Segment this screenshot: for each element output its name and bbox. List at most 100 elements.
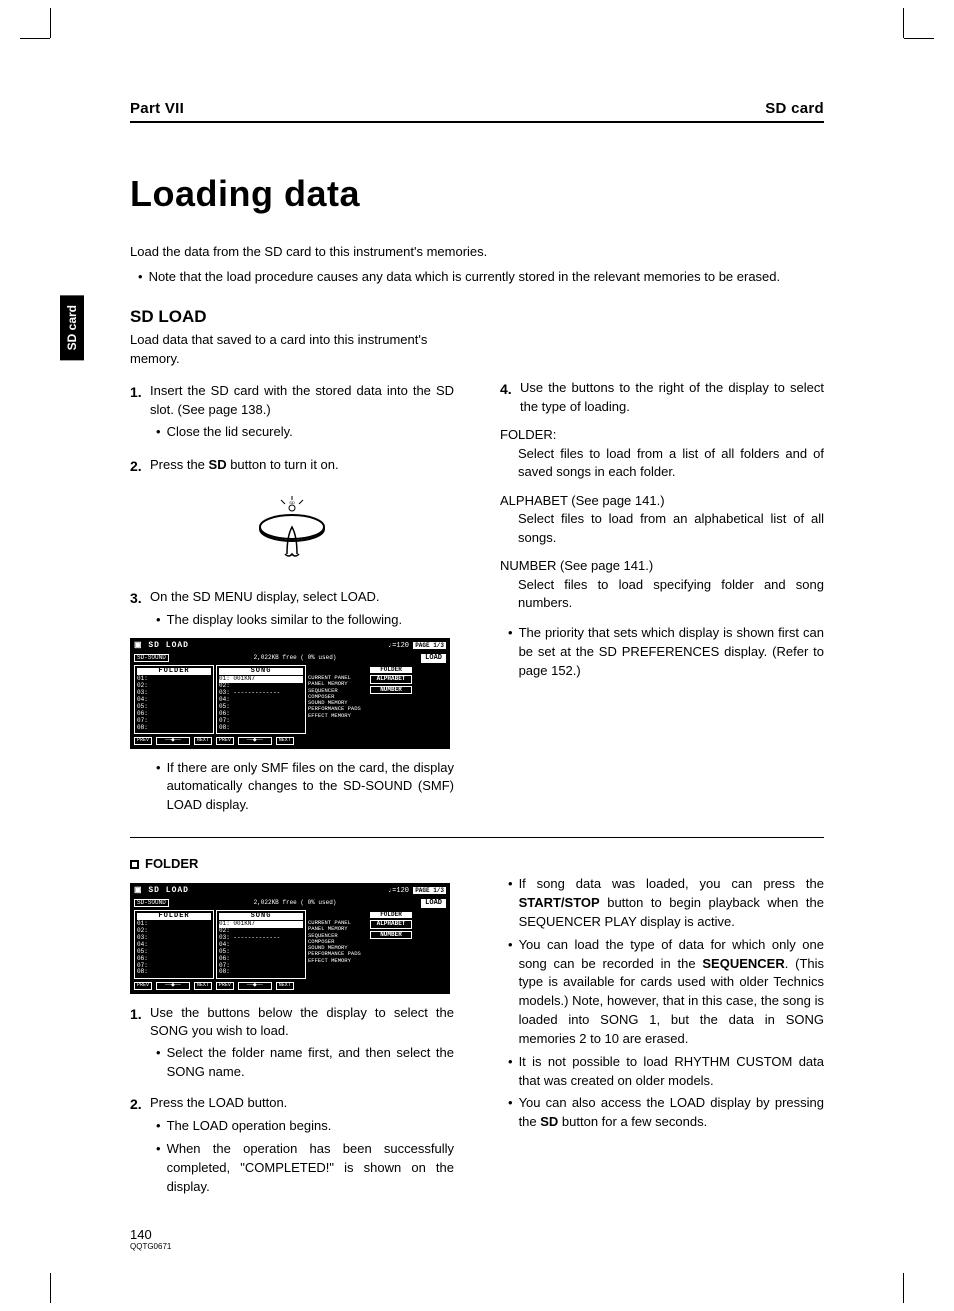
step-number: 1. [130, 382, 146, 420]
folder-step-1-bullet-text: Select the folder name first, and then s… [167, 1044, 454, 1082]
folder-term: FOLDER: [500, 426, 824, 445]
lcd-title: ▣ SD LOAD [134, 642, 189, 650]
folder-r1-text: If song data was loaded, you can press t… [519, 875, 824, 932]
priority-note: • The priority that sets which display i… [500, 624, 824, 681]
lcd-next-button: NEXT [276, 982, 294, 989]
lcd-folder-header: FOLDER [137, 668, 211, 675]
lcd-number-button: NUMBER [370, 686, 412, 694]
folder-step-2-bullet-2: • When the operation has been successful… [148, 1140, 454, 1197]
lcd-alphabet-button: ALPHABET [370, 675, 412, 683]
sd-load-heading: SD LOAD [130, 307, 824, 327]
lcd-sd-sound: SD-SOUND [134, 654, 169, 662]
lcd-tempo: ♩=120 [388, 887, 409, 895]
lcd-number-button: NUMBER [370, 931, 412, 939]
lcd-folder-button: FOLDER [370, 667, 412, 673]
lcd-song-header: SONG [219, 668, 303, 675]
sd-load-desc: Load data that saved to a card into this… [130, 331, 450, 369]
alphabet-def: Select files to load from an alphabetica… [518, 510, 824, 546]
lcd-data-types: CURRENT PANELPANEL MEMORYSEQUENCERCOMPOS… [308, 910, 368, 979]
smf-note: • If there are only SMF files on the car… [148, 759, 454, 816]
step-number: 2. [130, 1094, 146, 1114]
sd-button-figure: SD [130, 494, 454, 570]
priority-note-text: The priority that sets which display is … [519, 624, 824, 681]
lcd-song-header: SONG [219, 913, 303, 920]
step-3: 3. On the SD MENU display, select LOAD. [130, 588, 454, 608]
step-2-text: Press the SD button to turn it on. [150, 456, 454, 476]
bullet-icon: • [508, 624, 513, 681]
lcd-slider: ──◆── [238, 982, 272, 989]
page-number: 140 [130, 1227, 824, 1242]
bullet-icon: • [508, 1053, 513, 1091]
bullet-icon: • [508, 1094, 513, 1132]
lcd-data-types: CURRENT PANELPANEL MEMORYSEQUENCERCOMPOS… [308, 665, 368, 734]
lcd-prev-button: PREV [216, 982, 234, 989]
lcd-folder-list: 01:02:03:04:05:06:07:08: [137, 676, 211, 731]
smf-note-text: If there are only SMF files on the card,… [167, 759, 454, 816]
folder-step-2-b2-text: When the operation has been successfully… [167, 1140, 454, 1197]
step-number: 1. [130, 1004, 146, 1042]
lcd-next-button: NEXT [194, 737, 212, 744]
page-header: Part VII SD card [130, 100, 824, 123]
section-label: SD card [765, 100, 824, 117]
folder-r3: • It is not possible to load RHYTHM CUST… [500, 1053, 824, 1091]
step-1-bullet-text: Close the lid securely. [167, 423, 454, 442]
folder-r1: • If song data was loaded, you can press… [500, 875, 824, 932]
bullet-icon: • [508, 936, 513, 1049]
lcd-song-list: 01: 001KN702:03: -------------04:05:06:0… [219, 676, 303, 731]
lcd-free-space: 2,022KB free ( 0% used) [254, 655, 337, 661]
folder-step-1-text: Use the buttons below the display to sel… [150, 1004, 454, 1042]
lcd-screenshot-1: ▣ SD LOAD ♩=120 PAGE 1/3 SD-SOUND 2,022K… [130, 638, 450, 748]
folder-r4: • You can also access the LOAD display b… [500, 1094, 824, 1132]
svg-text:SD: SD [289, 500, 295, 505]
lcd-sd-sound: SD-SOUND [134, 899, 169, 907]
lcd-folder-list: 01:02:03:04:05:06:07:08: [137, 921, 211, 976]
folder-left-column: ▣ SD LOAD ♩=120 PAGE 1/3 SD-SOUND 2,022K… [130, 875, 454, 1201]
lcd-prev-button: PREV [134, 737, 152, 744]
lcd-slider: ──◆── [156, 737, 190, 744]
lcd-title: ▣ SD LOAD [134, 887, 189, 895]
folder-step-2-bullet-1: • The LOAD operation begins. [148, 1117, 454, 1136]
lcd-next-button: NEXT [194, 982, 212, 989]
folder-step-2-b1-text: The LOAD operation begins. [167, 1117, 454, 1136]
lcd-song-list: 01: 001KN702:03: -------------04:05:06:0… [219, 921, 303, 976]
folder-step-2: 2. Press the LOAD button. [130, 1094, 454, 1114]
lcd-free-space: 2,022KB free ( 0% used) [254, 900, 337, 906]
square-bullet-icon [130, 860, 139, 869]
lcd-slider: ──◆── [156, 982, 190, 989]
lcd-prev-button: PREV [216, 737, 234, 744]
folder-step-1-bullet: • Select the folder name first, and then… [148, 1044, 454, 1082]
lcd-slider: ──◆── [238, 737, 272, 744]
step-3-text: On the SD MENU display, select LOAD. [150, 588, 454, 608]
lcd-load-button: LOAD [421, 654, 446, 663]
folder-def: Select files to load from a list of all … [518, 445, 824, 481]
number-term: NUMBER (See page 141.) [500, 557, 824, 576]
folder-r4-text: You can also access the LOAD display by … [519, 1094, 824, 1132]
bullet-icon: • [156, 423, 161, 442]
page-title: Loading data [130, 173, 824, 215]
right-column: 4. Use the buttons to the right of the d… [500, 331, 824, 819]
lcd-alphabet-button: ALPHABET [370, 920, 412, 928]
folder-r2-text: You can load the type of data for which … [519, 936, 824, 1049]
side-tab: SD card [60, 295, 84, 360]
step-1: 1. Insert the SD card with the stored da… [130, 382, 454, 420]
folder-right-column: • If song data was loaded, you can press… [500, 875, 824, 1201]
lcd-page-indicator: PAGE 1/3 [413, 887, 446, 894]
bullet-icon: • [156, 1117, 161, 1136]
lcd-folder-header: FOLDER [137, 913, 211, 920]
left-column: Load data that saved to a card into this… [130, 331, 454, 819]
step-number: 2. [130, 456, 146, 476]
step-3-bullet: • The display looks similar to the follo… [148, 611, 454, 630]
bullet-icon: • [138, 268, 143, 287]
step-4-text: Use the buttons to the right of the disp… [520, 379, 824, 417]
step-4: 4. Use the buttons to the right of the d… [500, 379, 824, 417]
step-1-bullet: • Close the lid securely. [148, 423, 454, 442]
manual-page: SD card Part VII SD card Loading data Lo… [0, 0, 954, 1311]
folder-r3-text: It is not possible to load RHYTHM CUSTOM… [519, 1053, 824, 1091]
intro-note: • Note that the load procedure causes an… [130, 268, 824, 287]
lcd-tempo: ♩=120 [388, 642, 409, 650]
folder-step-1: 1. Use the buttons below the display to … [130, 1004, 454, 1042]
divider [130, 837, 824, 838]
bullet-icon: • [156, 611, 161, 630]
step-3-bullet-text: The display looks similar to the followi… [167, 611, 454, 630]
step-2: 2. Press the SD button to turn it on. [130, 456, 454, 476]
